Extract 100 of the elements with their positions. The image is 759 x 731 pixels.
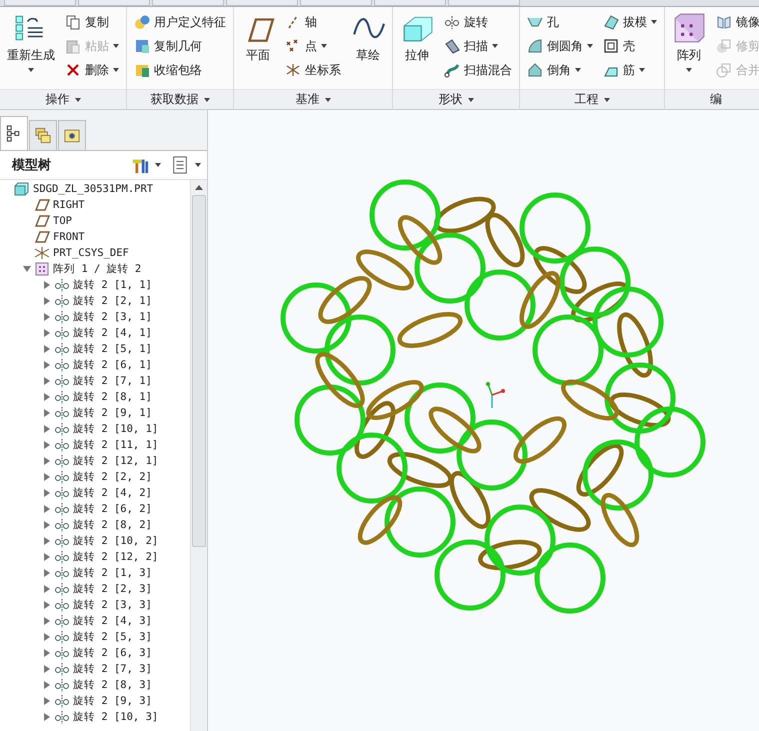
expand-toggle[interactable]: [44, 601, 50, 609]
expand-toggle[interactable]: [44, 633, 50, 641]
ribbon-button[interactable]: 轴: [282, 11, 344, 33]
expand-toggle[interactable]: [44, 617, 50, 625]
ribbon-button[interactable]: 草绘: [348, 11, 388, 89]
scrollbar-thumb[interactable]: [192, 195, 206, 547]
ribbon-button[interactable]: 旋转: [441, 11, 515, 33]
tree-item[interactable]: 旋转 2 [10, 1]: [73, 422, 158, 436]
tree-item[interactable]: 旋转 2 [10, 2]: [73, 534, 158, 548]
ribbon-button[interactable]: 删除: [62, 59, 122, 81]
expand-toggle[interactable]: [44, 537, 50, 545]
expand-toggle[interactable]: [44, 345, 50, 353]
expand-toggle[interactable]: [44, 569, 50, 577]
tree-item[interactable]: 旋转 2 [7, 1]: [73, 374, 152, 388]
tree-item[interactable]: 旋转 2 [11, 1]: [73, 438, 158, 452]
tree-item[interactable]: 旋转 2 [1, 1]: [73, 278, 152, 292]
tree-item[interactable]: 旋转 2 [3, 1]: [73, 310, 152, 324]
tree-item[interactable]: 旋转 2 [9, 1]: [73, 406, 152, 420]
tree-item[interactable]: 旋转 2 [1, 3]: [73, 566, 152, 580]
ribbon-button[interactable]: 复制: [62, 11, 122, 33]
tree-item[interactable]: 旋转 2 [10, 3]: [73, 710, 158, 724]
expand-toggle[interactable]: [44, 393, 50, 401]
tree-item[interactable]: 旋转 2 [9, 3]: [73, 694, 152, 708]
ribbon-button[interactable]: 倒圆角: [524, 35, 596, 57]
tree-item[interactable]: 旋转 2 [3, 3]: [73, 598, 152, 612]
tree-item[interactable]: 旋转 2 [7, 3]: [73, 662, 152, 676]
tree-item[interactable]: FRONT: [53, 231, 85, 243]
expand-toggle[interactable]: [44, 457, 50, 465]
tree-item[interactable]: 旋转 2 [6, 1]: [73, 358, 152, 372]
ribbon-button[interactable]: 扫描: [441, 35, 515, 57]
expand-toggle[interactable]: [44, 697, 50, 705]
ribbon-group-label[interactable]: 操作: [0, 89, 126, 109]
tree-item[interactable]: 阵列 1 / 旋转 2: [53, 262, 142, 276]
ribbon-button[interactable]: 收缩包络: [131, 59, 229, 81]
ribbon-button[interactable]: 重新生成: [4, 11, 58, 89]
ribbon-button[interactable]: 坐标系: [282, 59, 344, 81]
ribbon-button[interactable]: 倒角: [524, 59, 596, 81]
tree-item[interactable]: 旋转 2 [8, 3]: [73, 678, 152, 692]
expand-toggle[interactable]: [44, 713, 50, 721]
pattern-icon: [34, 262, 50, 276]
tree-item[interactable]: 旋转 2 [4, 1]: [73, 326, 152, 340]
tree-item[interactable]: 旋转 2 [12, 2]: [73, 550, 158, 564]
expand-toggle[interactable]: [44, 585, 50, 593]
expand-toggle[interactable]: [44, 681, 50, 689]
expand-toggle[interactable]: [44, 489, 50, 497]
tree-item[interactable]: RIGHT: [53, 199, 85, 211]
tree-item[interactable]: TOP: [53, 215, 72, 227]
ribbon-button[interactable]: 平面: [238, 11, 278, 89]
tree-item[interactable]: SDGD_ZL_30531PM.PRT: [33, 183, 154, 195]
tree-item[interactable]: 旋转 2 [2, 1]: [73, 294, 152, 308]
tree-item[interactable]: 旋转 2 [2, 3]: [73, 582, 152, 596]
clipboard-icon: [65, 38, 81, 54]
caret-icon: [28, 68, 34, 72]
expand-toggle[interactable]: [44, 377, 50, 385]
ribbon-group-label[interactable]: 形状: [393, 89, 519, 109]
tree-item[interactable]: 旋转 2 [4, 3]: [73, 614, 152, 628]
ribbon-group-label[interactable]: 获取数据: [127, 89, 233, 109]
scrollbar[interactable]: [190, 180, 207, 731]
ribbon-group-label[interactable]: 工程: [520, 89, 664, 109]
expand-toggle[interactable]: [44, 409, 50, 417]
ribbon-group-label[interactable]: 基准: [234, 89, 392, 109]
ribbon-button[interactable]: 壳: [600, 35, 660, 57]
plane-icon: [34, 198, 50, 212]
panel-tab[interactable]: [58, 120, 86, 150]
tree-item[interactable]: PRT_CSYS_DEF: [53, 247, 129, 259]
expand-toggle[interactable]: [44, 505, 50, 513]
tree-item[interactable]: 旋转 2 [8, 2]: [73, 518, 152, 532]
tree-item[interactable]: 旋转 2 [5, 3]: [73, 630, 152, 644]
expand-toggle[interactable]: [44, 665, 50, 673]
expand-toggle[interactable]: [44, 361, 50, 369]
expand-toggle[interactable]: [44, 297, 50, 305]
expand-toggle[interactable]: [44, 473, 50, 481]
ribbon-group-label[interactable]: 编: [665, 89, 759, 109]
expand-toggle[interactable]: [44, 441, 50, 449]
expand-toggle[interactable]: [44, 425, 50, 433]
ribbon-button[interactable]: 拔模: [600, 11, 660, 33]
panel-tab[interactable]: [0, 116, 28, 150]
tree-item[interactable]: 旋转 2 [2, 2]: [73, 470, 152, 484]
ribbon-button[interactable]: 阵列: [669, 11, 709, 89]
tree-item[interactable]: 旋转 2 [6, 2]: [73, 502, 152, 516]
ribbon-button[interactable]: 孔: [524, 11, 596, 33]
ribbon-button[interactable]: 拉伸: [397, 11, 437, 89]
tree-item[interactable]: 旋转 2 [4, 2]: [73, 486, 152, 500]
ribbon-button[interactable]: 用户定义特征: [131, 11, 229, 33]
expand-toggle[interactable]: [44, 649, 50, 657]
ribbon-button[interactable]: 扫描混合: [441, 59, 515, 81]
expand-toggle[interactable]: [44, 521, 50, 529]
expand-toggle[interactable]: [44, 553, 50, 561]
tree-item[interactable]: 旋转 2 [6, 3]: [73, 646, 152, 660]
caret-icon: [113, 44, 119, 48]
expand-toggle[interactable]: [44, 313, 50, 321]
expand-toggle[interactable]: [44, 281, 50, 289]
expand-toggle[interactable]: [44, 329, 50, 337]
ribbon-button[interactable]: 筋: [600, 59, 660, 81]
tree-item[interactable]: 旋转 2 [12, 1]: [73, 454, 158, 468]
x-mark-icon: [65, 62, 81, 78]
tree-item[interactable]: 旋转 2 [8, 1]: [73, 390, 152, 404]
ribbon-button[interactable]: 点: [282, 35, 344, 57]
tree-item[interactable]: 旋转 2 [5, 1]: [73, 342, 152, 356]
ribbon-button[interactable]: 复制几何: [131, 35, 229, 57]
